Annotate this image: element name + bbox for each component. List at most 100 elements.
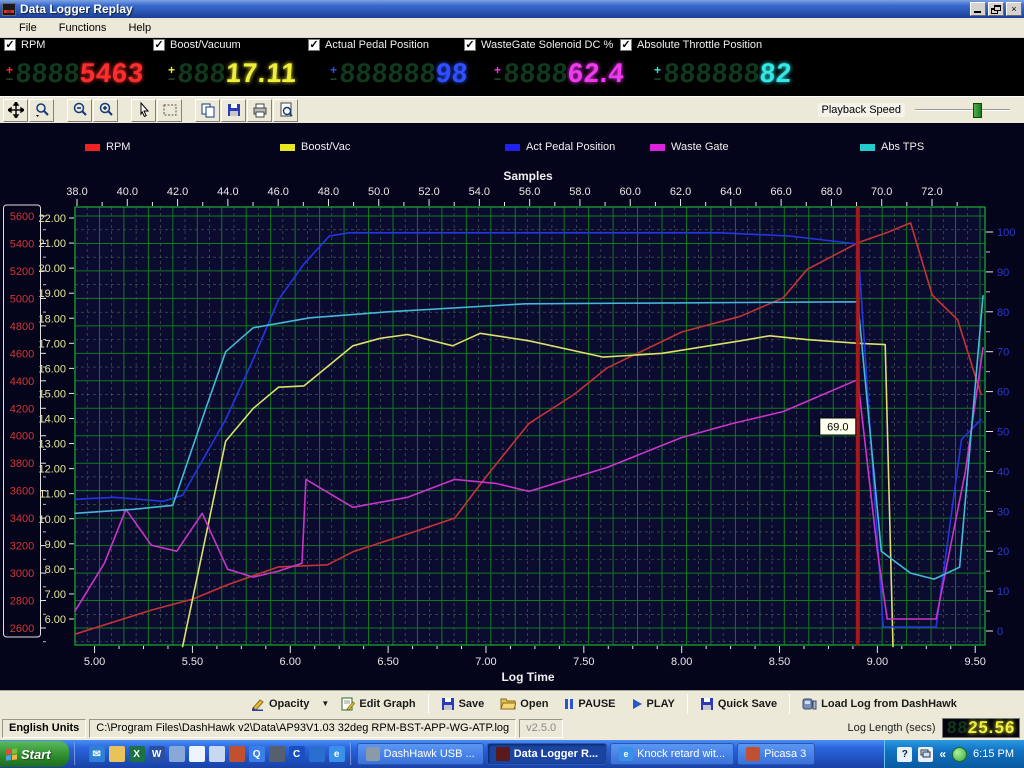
menu-item-help[interactable]: Help (117, 20, 162, 36)
svg-text:4600: 4600 (10, 348, 34, 360)
svg-text:17.00: 17.00 (38, 338, 66, 350)
checkbox-icon[interactable]: ✓ (308, 39, 320, 51)
print-button[interactable] (247, 99, 272, 122)
channel-checkbox-3[interactable]: ✓WasteGate Solenoid DC % (464, 39, 613, 51)
channel-checkbox-1[interactable]: ✓Boost/Vacuum (153, 39, 241, 51)
compass-icon[interactable] (269, 746, 285, 762)
menu-item-file[interactable]: File (8, 20, 48, 36)
play-button[interactable]: PLAY (624, 693, 683, 715)
print-preview-button[interactable] (273, 99, 298, 122)
zoom-out-button[interactable] (67, 99, 92, 122)
zoom-in-button[interactable] (93, 99, 118, 122)
edit-graph-button[interactable]: Edit Graph (333, 693, 423, 715)
sign-indicator: +− (654, 65, 661, 83)
svg-text:10.00: 10.00 (38, 514, 66, 526)
svg-text:5000: 5000 (10, 293, 34, 305)
menu-bar: FileFunctionsHelp (0, 18, 1024, 38)
restore-button[interactable] (988, 2, 1004, 16)
task-label: Picasa 3 (764, 748, 806, 760)
checkbox-icon[interactable]: ✓ (153, 39, 165, 51)
log-chart[interactable]: Samples38.040.042.044.046.048.050.052.05… (0, 123, 1024, 690)
taskbar: Start ✉ XW Q Ce DashHawk USB ... Data Logger… (0, 740, 1024, 768)
channel-display-4: +−88888882 (654, 58, 792, 89)
svg-text:14.00: 14.00 (38, 414, 66, 426)
outlook-express-icon[interactable]: ✉ (89, 746, 105, 762)
app-icon (2, 3, 16, 16)
legend-item-4: Abs TPS (860, 141, 924, 153)
channel-checkbox-2[interactable]: ✓Actual Pedal Position (308, 39, 429, 51)
folder-icon[interactable] (109, 746, 125, 762)
task-label: Knock retard wit... (637, 748, 725, 760)
windows-flag-icon (6, 748, 17, 760)
tray-app-icon[interactable] (952, 747, 967, 762)
notepad-icon[interactable] (209, 746, 225, 762)
open-log-button[interactable]: Open (492, 693, 556, 715)
copy-button[interactable] (195, 99, 220, 122)
wmp-icon[interactable] (309, 746, 325, 762)
svg-text:38.0: 38.0 (66, 186, 87, 198)
minus-indicator: − (494, 75, 501, 83)
svg-text:3000: 3000 (10, 568, 34, 580)
svg-text:18.00: 18.00 (38, 313, 66, 325)
start-button[interactable]: Start (0, 741, 69, 767)
pointer-button[interactable] (131, 99, 156, 122)
excel-icon[interactable]: X (129, 746, 145, 762)
channel-checkbox-4[interactable]: ✓ Absolute Throttle Position (620, 39, 762, 51)
opacity-button[interactable]: Opacity (243, 693, 317, 715)
taskbar-button-3[interactable]: Picasa 3 (737, 743, 815, 765)
seven-segment-value: 88817.11 (177, 58, 298, 89)
show-desktop-icon[interactable] (189, 746, 205, 762)
channel-display-1: +−88817.11 (168, 58, 297, 89)
ie-icon[interactable]: e (329, 746, 345, 762)
word-icon[interactable]: W (149, 746, 165, 762)
copernic-icon[interactable]: C (289, 746, 305, 762)
svg-text:15.00: 15.00 (38, 388, 66, 400)
chart-area: Samples38.040.042.044.046.048.050.052.05… (0, 123, 1024, 690)
quick-launch-bar: ✉ XW Q Ce (89, 746, 345, 762)
taskbar-button-2[interactable]: eKnock retard wit... (610, 743, 734, 765)
menu-item-functions[interactable]: Functions (48, 20, 118, 36)
select-region-button[interactable] (157, 99, 182, 122)
taskbar-button-0[interactable]: DashHawk USB ... (357, 743, 484, 765)
quick-save-button[interactable]: Quick Save (692, 693, 785, 715)
opacity-dropdown-button[interactable]: ▼ (317, 693, 333, 715)
channel-label: Absolute Throttle Position (637, 39, 762, 51)
playback-speed-thumb[interactable] (973, 103, 982, 118)
version-panel: v2.5.0 (519, 719, 563, 738)
window-title: Data Logger Replay (20, 2, 133, 16)
save-button[interactable] (221, 99, 246, 122)
task-icon (366, 747, 380, 761)
legend-series-label: Abs TPS (881, 141, 924, 153)
svg-text:12.00: 12.00 (38, 464, 66, 476)
quicktime-icon[interactable]: Q (249, 746, 265, 762)
svg-text:54.0: 54.0 (469, 186, 490, 198)
checkbox-icon[interactable]: ✓ (620, 39, 632, 51)
minimize-button[interactable] (970, 2, 986, 16)
legend-swatch (280, 144, 295, 151)
close-button[interactable]: × (1006, 2, 1022, 16)
svg-text:4400: 4400 (10, 376, 34, 388)
svg-text:4200: 4200 (10, 403, 34, 415)
taskbar-button-1[interactable]: Data Logger R... (487, 743, 607, 765)
channel-checkbox-0[interactable]: ✓RPM (4, 39, 45, 51)
display-settings-tray-icon[interactable] (918, 747, 933, 762)
picasa-icon[interactable] (229, 746, 245, 762)
legend-series-label: Act Pedal Position (526, 141, 615, 153)
svg-text:6.50: 6.50 (377, 656, 398, 668)
tray-expand-chevron[interactable]: « (939, 747, 946, 761)
svg-text:13.00: 13.00 (38, 439, 66, 451)
svg-text:5400: 5400 (10, 238, 34, 250)
zoom-window-button[interactable] (29, 99, 54, 122)
playback-speed-slider[interactable] (915, 102, 1010, 118)
legend-swatch (85, 144, 100, 151)
help-tray-icon[interactable]: ? (897, 747, 912, 762)
task-label: DashHawk USB ... (384, 748, 475, 760)
checkbox-icon[interactable]: ✓ (464, 39, 476, 51)
media-player-icon[interactable] (169, 746, 185, 762)
save-log-button[interactable]: Save (433, 693, 493, 715)
load-log-from-dashhawk-button[interactable]: Load Log from DashHawk (794, 693, 965, 715)
checkbox-icon[interactable]: ✓ (4, 39, 16, 51)
pan-button[interactable] (3, 99, 28, 122)
pause-button[interactable]: PAUSE (556, 693, 623, 715)
file-path-panel: C:\Program Files\DashHawk v2\Data\AP93V1… (89, 719, 516, 738)
